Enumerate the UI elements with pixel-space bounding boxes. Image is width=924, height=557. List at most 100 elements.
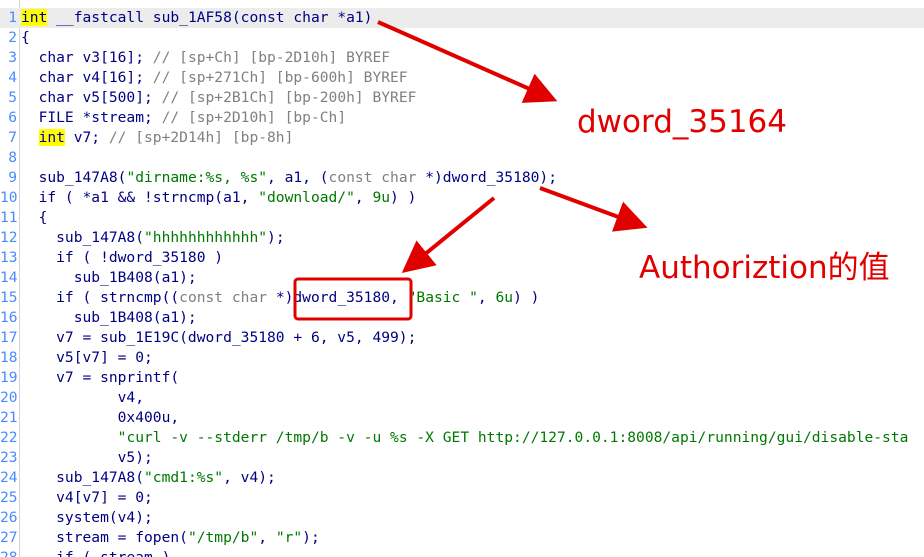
code-token: "dirname:%s, %s" xyxy=(126,169,268,186)
code-token: v5); xyxy=(21,449,153,466)
code-line[interactable]: 15 if ( strncmp((const char *)dword_3518… xyxy=(0,288,924,308)
code-line[interactable]: 4 char v4[16]; // [sp+271Ch] [bp-600h] B… xyxy=(0,68,924,88)
code-text: char v3[16]; // [sp+Ch] [bp-2D10h] BYREF xyxy=(19,48,390,68)
code-token: sub_147A8( xyxy=(21,169,127,186)
code-text: if ( !dword_35180 ) xyxy=(19,248,223,268)
code-text: char v4[16]; // [sp+271Ch] [bp-600h] BYR… xyxy=(19,68,408,88)
code-token: if ( *a1 && !strncmp(a1, xyxy=(21,189,259,206)
line-number: 8 xyxy=(8,149,17,166)
code-token: system(v4); xyxy=(21,509,153,526)
code-token: "/tmp/b" xyxy=(187,529,259,546)
code-token: stream = fopen( xyxy=(21,529,188,546)
code-line[interactable]: 11 { xyxy=(0,208,924,228)
line-number: 20 xyxy=(0,389,18,406)
code-line[interactable]: 20 v4, xyxy=(0,388,924,408)
code-text: char v5[500]; // [sp+2B1Ch] [bp-200h] BY… xyxy=(19,88,417,108)
code-text: sub_147A8("dirname:%s, %s", a1, (const c… xyxy=(19,168,557,188)
code-token: char v4[16]; xyxy=(21,69,153,86)
code-line[interactable]: 3 char v3[16]; // [sp+Ch] [bp-2D10h] BYR… xyxy=(0,48,924,68)
code-token: sub_147A8( xyxy=(21,469,145,486)
code-line[interactable]: 23 v5); xyxy=(0,448,924,468)
line-number: 4 xyxy=(8,69,17,86)
code-token: const char xyxy=(179,289,268,306)
code-line[interactable]: 27 stream = fopen("/tmp/b", "r"); xyxy=(0,528,924,548)
code-text: int v7; // [sp+2D14h] [bp-8h] xyxy=(19,128,293,148)
code-text: if ( strncmp((const char *)dword_35180, … xyxy=(19,288,539,308)
code-line[interactable]: 2{ xyxy=(0,28,924,48)
code-text: sub_1B408(a1); xyxy=(19,308,197,328)
code-token: , xyxy=(477,289,496,306)
line-number: 1 xyxy=(8,9,17,26)
code-token: ) ) xyxy=(513,289,540,306)
code-text: v7 = snprintf( xyxy=(19,368,179,388)
line-number: 24 xyxy=(0,469,18,486)
code-token: // [sp+2D14h] [bp-8h] xyxy=(108,129,294,146)
code-line[interactable]: 19 v7 = snprintf( xyxy=(0,368,924,388)
pseudocode-viewer[interactable]: 1 int __fastcall sub_1AF58(const char *a1… xyxy=(0,0,924,557)
code-token: __fastcall sub_1AF58( xyxy=(47,9,241,26)
line-number: 6 xyxy=(8,109,17,126)
code-line[interactable]: 10 if ( *a1 && !strncmp(a1, "download/",… xyxy=(0,188,924,208)
line-number: 17 xyxy=(0,329,18,346)
code-text: sub_147A8("hhhhhhhhhhhh"); xyxy=(19,228,285,248)
code-line[interactable]: 17 v7 = sub_1E19C(dword_35180 + 6, v5, 4… xyxy=(0,328,924,348)
code-line[interactable]: 1 int __fastcall sub_1AF58(const char *a1… xyxy=(0,8,924,28)
code-token: ) ) xyxy=(390,189,417,206)
code-token: // [sp+Ch] [bp-2D10h] BYREF xyxy=(152,49,391,66)
code-token: , a1, ( xyxy=(267,169,329,186)
code-text: system(v4); xyxy=(19,508,153,528)
code-token: sub_1B408(a1); xyxy=(21,309,197,326)
line-number: 11 xyxy=(0,209,18,226)
code-line[interactable]: 9 sub_147A8("dirname:%s, %s", a1, (const… xyxy=(0,168,924,188)
code-text: stream = fopen("/tmp/b", "r"); xyxy=(19,528,320,548)
code-token: char v3[16]; xyxy=(21,49,153,66)
code-token: int xyxy=(21,9,48,26)
code-token: *)dword_35180); xyxy=(416,169,558,186)
code-token: // [sp+271Ch] [bp-600h] BYREF xyxy=(152,69,408,86)
line-number: 14 xyxy=(0,269,18,286)
line-number: 26 xyxy=(0,509,18,526)
code-line[interactable]: 26 system(v4); xyxy=(0,508,924,528)
code-token: "cmd1:%s" xyxy=(144,469,224,486)
code-token: *)dword_35180, xyxy=(267,289,408,306)
code-token: const char xyxy=(240,9,329,26)
code-line[interactable]: 16 sub_1B408(a1); xyxy=(0,308,924,328)
code-token: { xyxy=(21,29,30,46)
code-token: , xyxy=(354,189,373,206)
line-number: 13 xyxy=(0,249,18,266)
line-number: 15 xyxy=(0,289,18,306)
code-token: , xyxy=(258,529,276,546)
line-number: 23 xyxy=(0,449,18,466)
code-line[interactable]: 25 v4[v7] = 0; xyxy=(0,488,924,508)
line-number: 2 xyxy=(8,29,17,46)
code-token: "hhhhhhhhhhhh" xyxy=(144,229,268,246)
code-token: 6u xyxy=(495,289,514,306)
line-number: 5 xyxy=(8,89,17,106)
line-number: 9 xyxy=(8,169,17,186)
code-token: v7 = snprintf( xyxy=(21,369,180,386)
code-token: v5[v7] = 0; xyxy=(21,349,153,366)
code-token: , v4); xyxy=(223,469,276,486)
code-line[interactable]: 24 sub_147A8("cmd1:%s", v4); xyxy=(0,468,924,488)
code-text: sub_147A8("cmd1:%s", v4); xyxy=(19,468,276,488)
code-token: // [sp+2D10h] [bp-Ch] xyxy=(161,109,347,126)
code-token: 9u xyxy=(372,189,391,206)
code-text: v4, xyxy=(19,388,144,408)
code-token: v7 = sub_1E19C(dword_35180 + 6, v5, 499)… xyxy=(21,329,417,346)
code-text: v7 = sub_1E19C(dword_35180 + 6, v5, 499)… xyxy=(19,328,416,348)
code-token: *a1) xyxy=(328,9,373,26)
code-line[interactable]: 22 "curl -v --stderr /tmp/b -v -u %s -X … xyxy=(0,428,924,448)
code-token: ); xyxy=(267,229,285,246)
code-text: if ( *a1 && !strncmp(a1, "download/", 9u… xyxy=(19,188,417,208)
code-line[interactable]: 8 xyxy=(0,148,924,168)
code-text: v5[v7] = 0; xyxy=(19,348,153,368)
line-number: 22 xyxy=(0,429,18,446)
code-line[interactable]: 28 if ( stream ) xyxy=(0,548,924,557)
code-line[interactable]: 21 0x400u, xyxy=(0,408,924,428)
code-line[interactable]: 18 v5[v7] = 0; xyxy=(0,348,924,368)
code-text: FILE *stream; // [sp+2D10h] [bp-Ch] xyxy=(19,108,347,128)
code-text: "curl -v --stderr /tmp/b -v -u %s -X GET… xyxy=(19,428,909,448)
code-token: const char xyxy=(328,169,417,186)
